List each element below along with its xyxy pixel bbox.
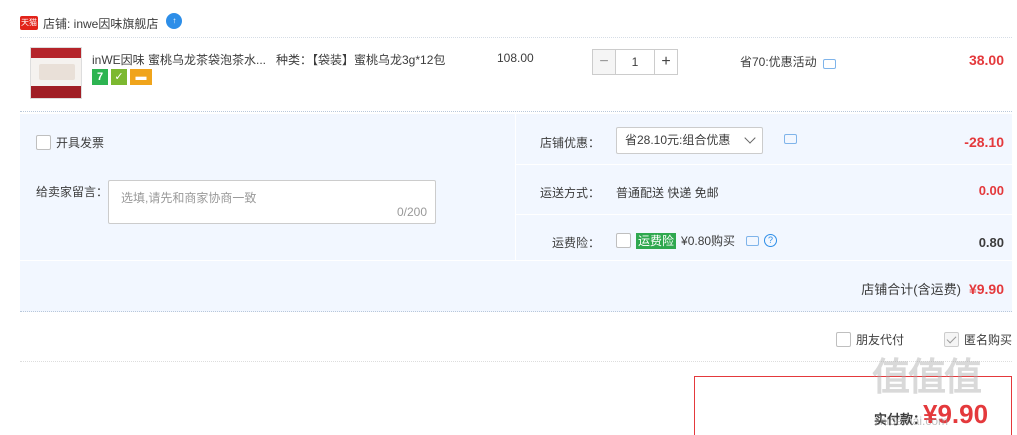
tmall-logo-icon: 天猫 [20, 16, 38, 30]
order-item-row: inWE因味 蜜桃乌龙茶袋泡茶水... 7 ✓ ▬ 种类：【袋装】蜜桃乌龙3g*… [20, 37, 1012, 112]
comment-icon[interactable] [822, 58, 836, 69]
anonymous-purchase-checkbox[interactable] [944, 332, 959, 347]
unit-price: 108.00 [497, 51, 534, 65]
shop-discount-selected: 省28.10元:组合优惠 [625, 133, 731, 147]
shop-discount-amount: -28.10 [964, 134, 1004, 150]
product-title[interactable]: inWE因味 蜜桃乌龙茶袋泡茶水... [92, 51, 272, 68]
shop-name[interactable]: 店铺: inwe因味旗舰店 [43, 15, 158, 32]
shipping-amount: 0.00 [978, 183, 1004, 198]
watermark-url: zhidemai.com [874, 414, 949, 428]
quantity-input[interactable]: 1 [616, 49, 654, 75]
invoice-option[interactable]: 开具发票 [36, 134, 104, 151]
shop-total-label: 店铺合计(含运费) [861, 282, 961, 297]
friend-pay-checkbox[interactable] [836, 332, 851, 347]
shop-total-amount: ¥9.90 [968, 280, 1004, 297]
invoice-label: 开具发票 [56, 136, 105, 150]
message-to-seller-input[interactable]: 选填,请先和商家协商一致 0/200 [108, 180, 436, 224]
promotion-text: 省70:优惠活动 [740, 55, 817, 69]
order-options-panel: 开具发票 给卖家留言： 选填,请先和商家协商一致 0/200 店铺优惠： 省28… [20, 114, 1012, 312]
shop-discount-select[interactable]: 省28.10元:组合优惠 [616, 127, 763, 154]
shipping-label: 运送方式： [539, 186, 600, 200]
service-tags: 7 ✓ ▬ [92, 69, 152, 85]
insurance-label: 运费险： [551, 236, 600, 250]
message-placeholder: 选填,请先和商家协商一致 [121, 191, 257, 205]
seven-day-return-icon[interactable]: 7 [92, 69, 108, 85]
shop-discount-label: 店铺优惠： [539, 136, 600, 150]
insurance-option: 运费险 ¥0.80购买 ? [616, 232, 778, 249]
product-thumbnail[interactable] [30, 47, 82, 99]
comment-icon[interactable] [746, 235, 760, 246]
message-char-counter: 0/200 [396, 205, 427, 219]
shop-total: 店铺合计(含运费) ¥9.90 [861, 279, 1004, 298]
item-total-price: 38.00 [968, 52, 1004, 68]
increase-quantity-button[interactable]: + [654, 49, 678, 75]
product-sku: 种类：【袋装】蜜桃乌龙3g*12包 [276, 53, 446, 67]
guarantee-icon[interactable]: ✓ [111, 69, 127, 85]
insurance-checkbox[interactable] [616, 233, 631, 248]
quantity-stepper: − 1 + [592, 49, 678, 75]
insurance-amount: 0.80 [978, 235, 1004, 250]
credit-card-icon[interactable]: ▬ [130, 69, 152, 85]
invoice-checkbox[interactable] [36, 135, 51, 150]
promotion-info: 省70:优惠活动 [740, 53, 836, 70]
help-icon[interactable]: ? [764, 234, 778, 247]
decrease-quantity-button[interactable]: − [592, 49, 616, 75]
shipping-method: 普通配送 快递 免邮 [616, 186, 719, 200]
chevron-down-icon [744, 132, 756, 144]
watermark-logo: 值值值 [872, 357, 982, 399]
insurance-badge: 运费险 [636, 232, 677, 249]
wangwang-chat-icon[interactable]: ↑ [166, 13, 183, 29]
comment-icon[interactable] [784, 134, 797, 144]
payment-options: 朋友代付 匿名购买 [20, 326, 1012, 362]
insurance-price: ¥0.80购买 [681, 234, 736, 248]
message-label: 给卖家留言： [36, 185, 109, 199]
shop-header: 天猫 店铺: inwe因味旗舰店 ↑ [20, 13, 183, 32]
